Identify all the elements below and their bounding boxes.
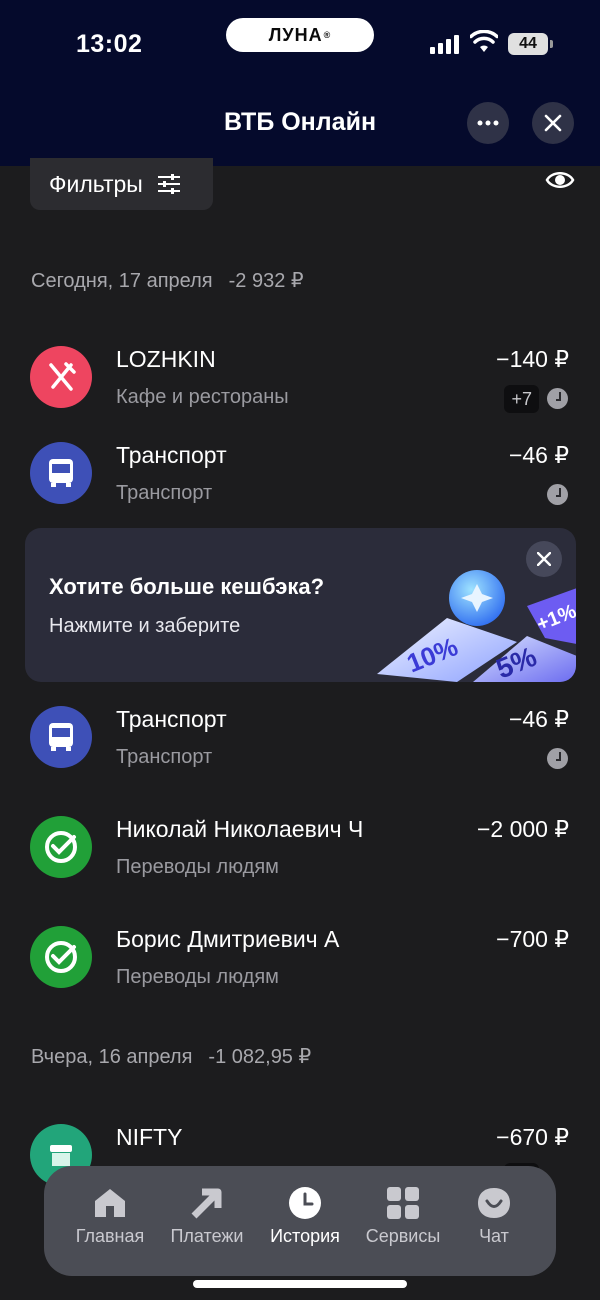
filters-label: Фильтры <box>49 170 143 197</box>
signal-icon <box>430 34 462 54</box>
close-button[interactable] <box>532 102 574 144</box>
promo-title: Хотите больше кешбэка? <box>49 574 325 599</box>
transaction-name: Транспорт <box>116 442 227 468</box>
transaction-category: Кафе и рестораны <box>116 386 289 408</box>
cashback-tiles-illustration: 10% 5% +1% <box>377 570 576 682</box>
nav-payments[interactable]: Платежи <box>157 1186 257 1247</box>
transaction-name: Транспорт <box>116 706 227 732</box>
nav-services[interactable]: Сервисы <box>353 1186 453 1247</box>
close-icon <box>544 114 562 132</box>
transaction-row[interactable]: Транспорт Транспорт −46 ₽ <box>0 706 600 796</box>
wifi-icon <box>470 30 498 52</box>
transaction-name: LOZHKIN <box>116 346 216 372</box>
filters-button[interactable]: Фильтры <box>30 158 213 210</box>
promo-close-button[interactable] <box>526 541 562 577</box>
sber-icon <box>30 816 92 878</box>
nav-chat[interactable]: Чат <box>444 1186 544 1247</box>
bus-icon <box>30 442 92 504</box>
section-total: -2 932 ₽ <box>228 270 304 292</box>
promo-subtitle: Нажмите и заберите <box>49 615 241 637</box>
transaction-name: Борис Дмитриевич А <box>116 926 340 952</box>
transaction-category: Переводы людям <box>116 966 279 988</box>
sber-icon <box>30 926 92 988</box>
battery-indicator: 44 <box>508 33 553 55</box>
transaction-row[interactable]: Транспорт Транспорт −46 ₽ <box>0 442 600 532</box>
sliders-icon <box>157 174 180 194</box>
bottom-navigation: Главная Платежи История Сервисы Чат <box>44 1166 556 1276</box>
section-total: -1 082,95 ₽ <box>208 1046 312 1068</box>
transaction-amount: −140 ₽ <box>496 346 569 372</box>
clock-icon <box>547 388 568 409</box>
bonus-badge: +7 <box>504 385 539 413</box>
payments-arrow-icon <box>191 1188 222 1219</box>
section-header-yesterday: Вчера, 16 апреля -1 082,95 ₽ <box>31 1044 311 1069</box>
eye-icon[interactable] <box>545 168 575 192</box>
transaction-name: NIFTY <box>116 1124 183 1150</box>
transaction-name: Николай Николаевич Ч <box>116 816 364 842</box>
nav-home[interactable]: Главная <box>60 1186 160 1247</box>
more-icon <box>477 120 499 126</box>
carrier-badge: ЛУНА ® <box>226 18 374 52</box>
bus-icon <box>30 706 92 768</box>
clock-icon <box>547 748 568 769</box>
chat-smile-icon <box>478 1188 510 1218</box>
nav-label: Главная <box>75 1226 145 1246</box>
home-indicator <box>193 1280 407 1288</box>
cashback-promo-banner[interactable]: Хотите больше кешбэка? Нажмите и заберит… <box>25 528 576 682</box>
nav-label: Чат <box>479 1226 509 1246</box>
app-title: ВТБ Онлайн <box>223 108 377 136</box>
status-time: 13:02 <box>76 30 143 58</box>
transaction-amount: −46 ₽ <box>508 706 569 732</box>
home-icon <box>95 1189 125 1217</box>
transaction-row[interactable]: Борис Дмитриевич А Переводы людям −700 ₽ <box>0 926 600 1016</box>
nav-history[interactable]: История <box>255 1186 355 1247</box>
transaction-amount: −2 000 ₽ <box>476 816 569 842</box>
section-header-today: Сегодня, 17 апреля -2 932 ₽ <box>31 268 304 293</box>
transaction-category: Переводы людям <box>116 856 279 878</box>
transaction-amount: −670 ₽ <box>496 1124 569 1150</box>
transaction-amount: −46 ₽ <box>508 442 569 468</box>
clock-icon <box>547 484 568 505</box>
section-date: Вчера, 16 апреля <box>31 1046 193 1068</box>
section-date: Сегодня, 17 апреля <box>31 270 213 292</box>
transaction-row[interactable]: LOZHKIN Кафе и рестораны −140 ₽ +7 <box>0 346 600 436</box>
top-bar: 13:02 ЛУНА ® 44 ВТБ Онлайн <box>0 0 600 166</box>
transaction-row[interactable]: Николай Николаевич Ч Переводы людям −2 0… <box>0 816 600 906</box>
transaction-category: Транспорт <box>116 746 213 768</box>
transaction-category: Транспорт <box>116 482 213 504</box>
cutlery-icon <box>30 346 92 408</box>
history-clock-icon <box>289 1187 321 1219</box>
nav-label: Сервисы <box>365 1226 441 1246</box>
transaction-amount: −700 ₽ <box>496 926 569 952</box>
nav-label: История <box>270 1226 340 1246</box>
nav-label: Платежи <box>170 1226 244 1246</box>
close-icon <box>537 552 551 566</box>
more-button[interactable] <box>467 102 509 144</box>
services-grid-icon <box>387 1187 419 1219</box>
